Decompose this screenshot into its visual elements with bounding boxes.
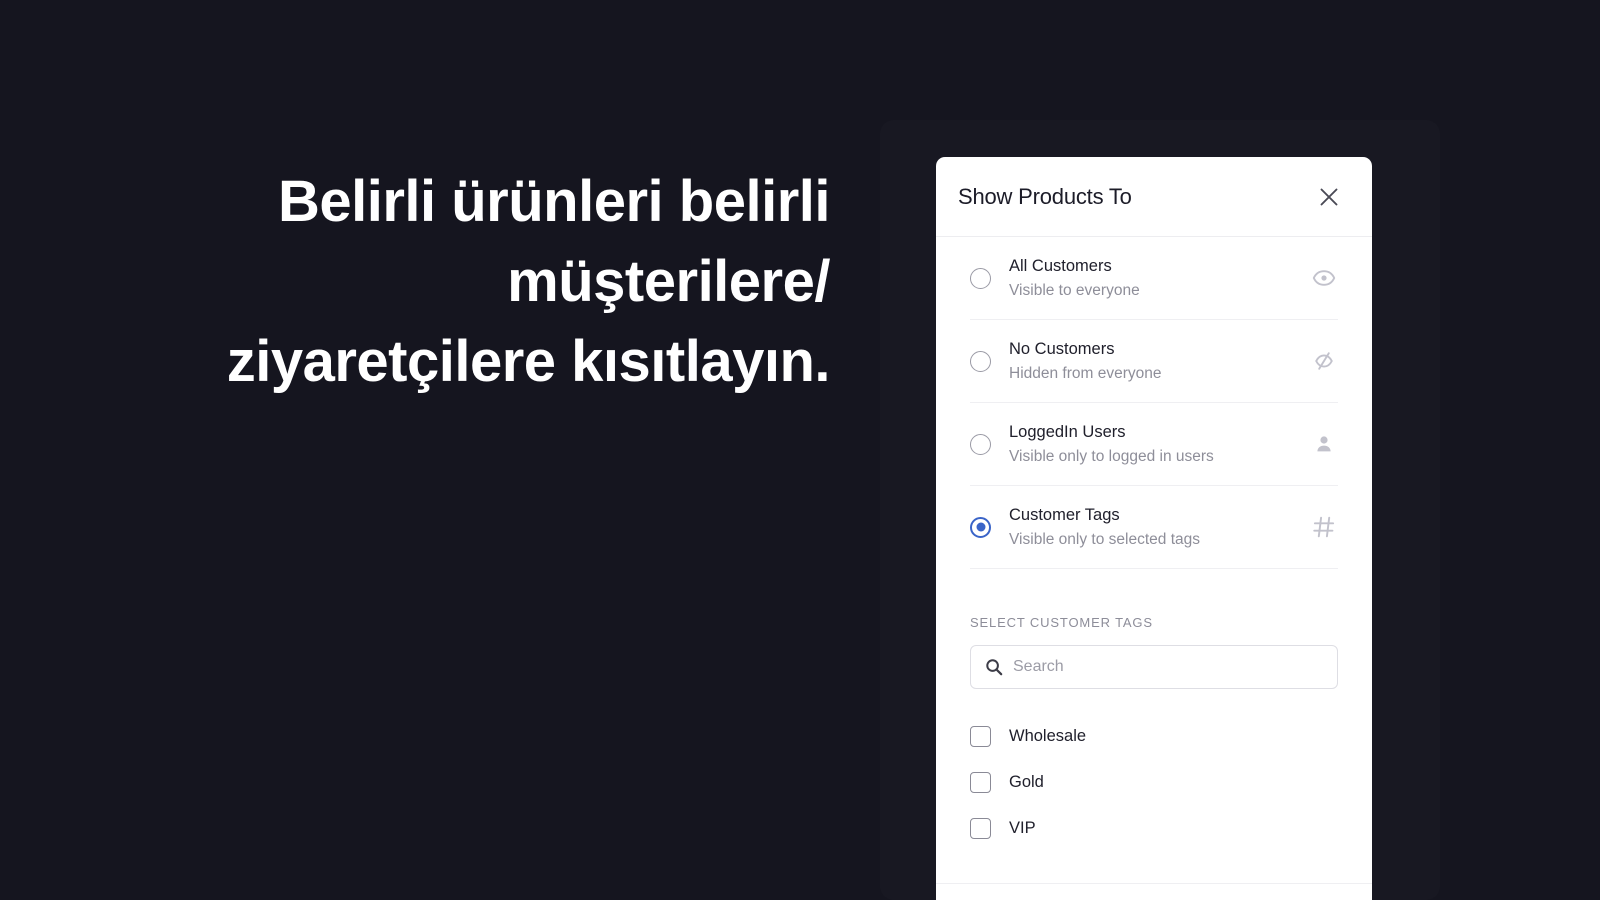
option-title: All Customers [1009, 256, 1112, 275]
tag-list: Wholesale Gold VIP [970, 713, 1338, 851]
checkbox-vip[interactable] [970, 817, 991, 839]
radio-all-customers[interactable] [970, 267, 991, 289]
option-row-customer-tags[interactable]: Customer Tags Visible only to selected t… [970, 486, 1338, 569]
radio-customer-tags[interactable] [970, 516, 991, 538]
option-subtitle: Hidden from everyone [1009, 364, 1162, 382]
dialog-footer [936, 883, 1372, 900]
search-input[interactable] [1013, 658, 1325, 676]
hash-icon [1310, 513, 1338, 541]
option-title: No Customers [1009, 339, 1115, 358]
visibility-options-list: All Customers Visible to everyone No Cus… [936, 237, 1372, 569]
option-subtitle: Visible only to logged in users [1009, 447, 1214, 465]
person-icon [1310, 430, 1338, 458]
tag-label: VIP [1009, 818, 1036, 837]
radio-no-customers[interactable] [970, 350, 991, 372]
tag-search-box[interactable] [970, 645, 1338, 689]
option-title: LoggedIn Users [1009, 422, 1126, 441]
option-row-loggedin-users[interactable]: LoggedIn Users Visible only to logged in… [970, 403, 1338, 486]
option-subtitle: Visible only to selected tags [1009, 530, 1200, 548]
customer-tags-section: SELECT CUSTOMER TAGS Wholesale Gold [936, 569, 1372, 851]
headline-line-1: Belirli ürünleri belirli [277, 169, 831, 234]
option-text: All Customers Visible to everyone [1009, 254, 1310, 303]
option-text: LoggedIn Users Visible only to logged in… [1009, 420, 1310, 469]
show-products-to-dialog: Show Products To All Customers Visible t… [936, 157, 1372, 900]
option-text: No Customers Hidden from everyone [1009, 337, 1310, 386]
headline-line-3: ziyaretçilere kısıtlayın. [226, 329, 831, 394]
option-row-no-customers[interactable]: No Customers Hidden from everyone [970, 320, 1338, 403]
tag-row-wholesale[interactable]: Wholesale [970, 713, 1338, 759]
headline-line-2: müşterilere/ [507, 249, 830, 314]
option-title: Customer Tags [1009, 505, 1120, 524]
option-subtitle: Visible to everyone [1009, 281, 1140, 299]
dialog-header: Show Products To [936, 157, 1372, 237]
checkbox-wholesale[interactable] [970, 725, 991, 747]
eye-icon [1310, 264, 1338, 292]
tag-label: Gold [1009, 772, 1044, 791]
select-customer-tags-label: SELECT CUSTOMER TAGS [970, 615, 1153, 630]
dialog-title: Show Products To [958, 183, 1132, 209]
tag-row-vip[interactable]: VIP [970, 805, 1338, 851]
radio-loggedin-users[interactable] [970, 433, 991, 455]
search-icon [983, 656, 1005, 678]
close-icon[interactable] [1312, 180, 1346, 214]
eye-off-icon [1310, 347, 1338, 375]
option-row-all-customers[interactable]: All Customers Visible to everyone [970, 237, 1338, 320]
checkbox-gold[interactable] [970, 771, 991, 793]
option-text: Customer Tags Visible only to selected t… [1009, 503, 1310, 552]
tag-row-gold[interactable]: Gold [970, 759, 1338, 805]
page-headline: Belirli ürünleri belirli müşterilere/ zi… [120, 162, 831, 402]
tag-label: Wholesale [1009, 726, 1087, 745]
